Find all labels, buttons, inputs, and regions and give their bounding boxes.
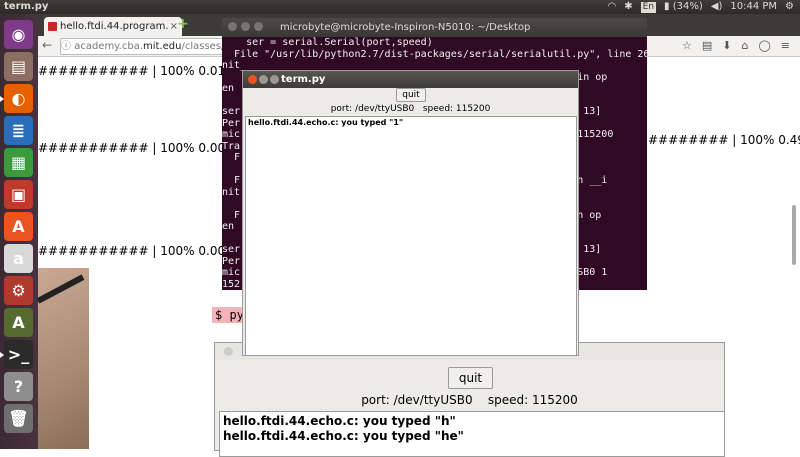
reading-list-icon[interactable]: ▤ bbox=[702, 39, 712, 52]
quit-button[interactable]: quit bbox=[396, 88, 426, 102]
calc-icon[interactable]: ▦ bbox=[4, 148, 33, 177]
close-icon[interactable] bbox=[228, 22, 237, 31]
system-tray: ◠ ✱ En ▮ (34%) ◀) 10:44 PM ⚙ bbox=[608, 0, 794, 14]
unity-launcher: ◉ ▤ ◐ ≣ ▦ ▣ Aa ⚙ A >_? 🗑 bbox=[0, 14, 38, 449]
browser-tab[interactable]: hello.ftdi.44.program.p... × bbox=[44, 17, 182, 36]
trash-icon[interactable]: 🗑 bbox=[4, 404, 33, 433]
progress-line-right: ######## | 100% 0.49s bbox=[648, 133, 800, 147]
clock[interactable]: 10:44 PM bbox=[730, 0, 777, 14]
progress-line: ########### | 100% 0.01s bbox=[38, 64, 232, 78]
close-icon[interactable] bbox=[248, 75, 257, 84]
session-gear-icon[interactable]: ⚙ bbox=[785, 0, 794, 14]
settings-icon[interactable]: ⚙ bbox=[4, 276, 33, 305]
writer-icon[interactable]: ≣ bbox=[4, 116, 33, 145]
tab-label: hello.ftdi.44.program.p... bbox=[60, 21, 168, 32]
menu-icon[interactable]: ≡ bbox=[781, 39, 790, 52]
termpy-window-back: term.py quit port: /dev/ttyUSB0 speed: 1… bbox=[214, 342, 725, 457]
termpy-titlebar: term.py bbox=[243, 71, 578, 88]
url-bar[interactable]: ⓘ academy.cba.mit.edu/classes/embed bbox=[60, 38, 242, 55]
info-icon: ⓘ bbox=[61, 41, 71, 52]
amazon-icon[interactable]: a bbox=[4, 244, 33, 273]
battery-status[interactable]: ▮ (34%) bbox=[664, 0, 703, 14]
battery-icon: ▮ bbox=[664, 1, 670, 12]
url-host: mit.edu bbox=[143, 41, 182, 52]
wifi-icon[interactable]: ◠ bbox=[608, 0, 617, 14]
bookmark-star-icon[interactable]: ☆ bbox=[682, 39, 692, 52]
software-center-icon[interactable]: A bbox=[4, 212, 33, 241]
termpy-back-output[interactable]: hello.ftdi.44.echo.c: you typed "h" hello… bbox=[219, 411, 725, 457]
quit-button[interactable]: quit bbox=[448, 367, 493, 389]
maximize-icon[interactable] bbox=[270, 75, 279, 84]
embedded-photo bbox=[36, 268, 89, 449]
downloads-icon[interactable]: ⬇ bbox=[722, 39, 731, 52]
close-icon[interactable] bbox=[224, 347, 233, 356]
home-icon[interactable]: ⌂ bbox=[741, 39, 748, 52]
output-line: hello.ftdi.44.echo.c: you typed "he" bbox=[223, 429, 464, 443]
volume-icon[interactable]: ◀) bbox=[711, 0, 723, 14]
url-domain: academy.cba. bbox=[74, 41, 144, 52]
new-tab-plus-icon[interactable]: + bbox=[177, 16, 189, 32]
progress-line: ########### | 100% 0.00s bbox=[38, 244, 232, 258]
terminal-title: microbyte@microbyte-Inspiron-N5010: ~/De… bbox=[280, 22, 531, 33]
top-panel: term.py ◠ ✱ En ▮ (34%) ◀) 10:44 PM ⚙ bbox=[0, 0, 800, 14]
terminal-titlebar: microbyte@microbyte-Inspiron-N5010: ~/De… bbox=[222, 18, 647, 37]
drive-icon[interactable]: ? bbox=[4, 372, 33, 401]
active-window-title: term.py bbox=[4, 1, 49, 12]
firefox-icon[interactable]: ◐ bbox=[0, 84, 33, 113]
chat-icon[interactable]: ◯ bbox=[758, 39, 770, 52]
toolbar-icons: ☆ ▤ ⬇ ⌂ ◯ ≡ bbox=[682, 39, 790, 52]
terminal-line: File "/usr/lib/python2.7/dist-packages/s… bbox=[234, 48, 647, 60]
back-arrow-icon[interactable]: ← bbox=[42, 38, 52, 52]
port-info: port: /dev/ttyUSB0 speed: 115200 bbox=[361, 393, 578, 407]
page-scrollbar[interactable] bbox=[792, 205, 796, 265]
terminal-line: ser = serial.Serial(port,speed) bbox=[222, 37, 433, 48]
output-line: hello.ftdi.44.echo.c: you typed "1" bbox=[248, 118, 404, 127]
output-line: hello.ftdi.44.echo.c: you typed "h" bbox=[223, 414, 456, 428]
termpy-output[interactable]: hello.ftdi.44.echo.c: you typed "1" bbox=[245, 116, 577, 356]
termpy-title: term.py bbox=[281, 74, 326, 85]
ubuntu-dash-icon[interactable]: ◉ bbox=[4, 20, 33, 49]
impress-icon[interactable]: ▣ bbox=[4, 180, 33, 209]
bluetooth-icon[interactable]: ✱ bbox=[624, 0, 632, 14]
keyboard-language-indicator[interactable]: En bbox=[640, 1, 657, 13]
minimize-icon[interactable] bbox=[259, 75, 268, 84]
termpy-window: term.py quit port: /dev/ttyUSB0 speed: 1… bbox=[242, 70, 579, 356]
progress-line: ########### | 100% 0.00s bbox=[38, 141, 232, 155]
files-icon[interactable]: ▤ bbox=[4, 52, 33, 81]
port-info: port: /dev/ttyUSB0 speed: 115200 bbox=[330, 104, 491, 114]
tab-favicon-icon bbox=[48, 22, 57, 31]
updater-icon[interactable]: A bbox=[4, 308, 33, 337]
terminal-icon[interactable]: >_ bbox=[0, 340, 33, 369]
maximize-icon[interactable] bbox=[254, 22, 263, 31]
minimize-icon[interactable] bbox=[241, 22, 250, 31]
